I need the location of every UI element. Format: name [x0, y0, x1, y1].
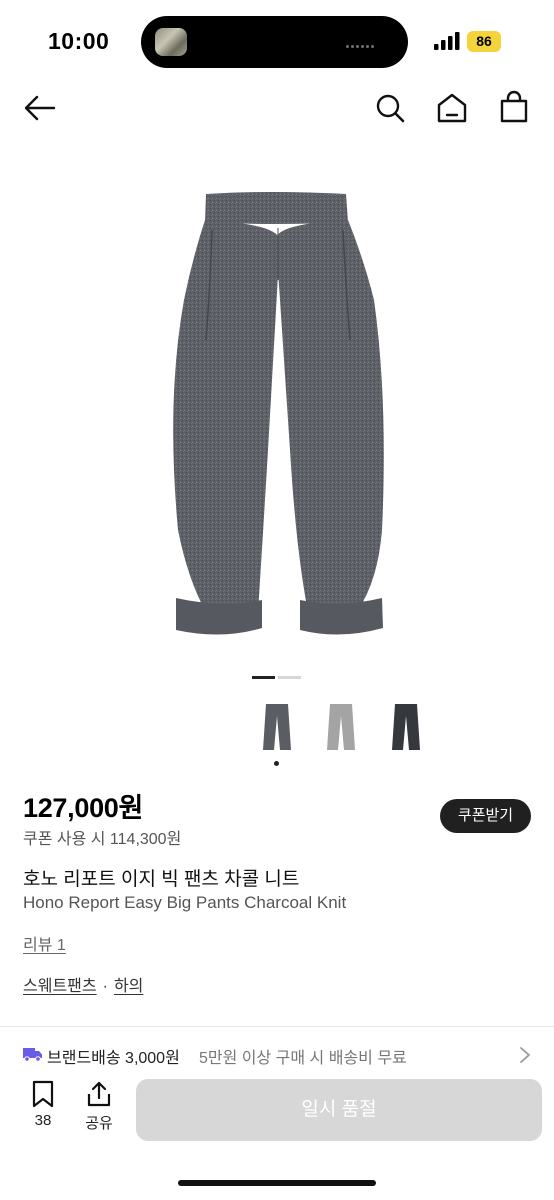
status-bar: 10:00 86 — [0, 0, 554, 80]
color-option-black[interactable] — [383, 698, 429, 758]
product-title: 호노 리포트 이지 빅 팬츠 차콜 니트 — [23, 869, 300, 890]
live-activity-thumbnail — [155, 28, 187, 56]
dynamic-island — [141, 16, 408, 68]
home-icon — [437, 93, 467, 123]
category-link-bottoms[interactable]: 하의 — [114, 978, 143, 995]
image-pagination — [252, 676, 302, 680]
home-button[interactable] — [432, 88, 472, 128]
shopping-bag-icon — [500, 90, 528, 123]
grey-thumb — [327, 704, 355, 750]
truck-icon — [23, 1048, 42, 1062]
battery-icon: 86 — [467, 31, 501, 52]
color-options — [254, 698, 434, 770]
product-title-english: Hono Report Easy Big Pants Charcoal Knit — [23, 893, 347, 912]
status-time: 10:00 — [48, 28, 110, 54]
bookmark-icon — [32, 1080, 54, 1108]
arrow-left-icon — [24, 95, 56, 121]
search-icon — [376, 94, 405, 123]
share-icon — [87, 1081, 111, 1107]
cart-button[interactable] — [494, 88, 534, 128]
divider — [0, 1026, 554, 1027]
cellular-signal-icon — [434, 32, 460, 50]
chevron-right-icon — [520, 1047, 530, 1063]
category-separator: · — [102, 978, 108, 995]
back-button[interactable] — [20, 88, 60, 128]
soldout-button[interactable]: 일시 품절 — [136, 1079, 542, 1141]
review-link[interactable]: 리뷰 1 — [23, 931, 66, 955]
coupon-button[interactable]: 쿠폰받기 — [440, 799, 531, 833]
charcoal-thumb — [263, 704, 291, 750]
home-indicator — [178, 1180, 376, 1186]
wishlist-count: 38 — [34, 1112, 52, 1129]
share-button[interactable]: 공유 — [80, 1080, 118, 1140]
pagination-active — [252, 676, 275, 679]
wishlist-button[interactable]: 38 — [24, 1080, 62, 1140]
app-header — [0, 80, 554, 136]
search-button[interactable] — [370, 88, 410, 128]
color-option-charcoal[interactable] — [254, 698, 300, 766]
coupon-price: 쿠폰 사용 시 114,300원 — [23, 831, 182, 848]
category-link-sweatpants[interactable]: 스웨트팬츠 — [23, 978, 97, 995]
pagination-inactive — [278, 676, 301, 679]
shipping-fee: 브랜드배송 3,000원 — [47, 1050, 180, 1067]
category-breadcrumb: 스웨트팬츠 · 하의 — [23, 972, 143, 996]
selected-indicator — [274, 761, 279, 766]
charcoal-pants-image — [173, 192, 384, 635]
color-option-grey[interactable] — [318, 698, 364, 758]
share-label: 공유 — [85, 1115, 113, 1132]
island-audio-icon — [346, 38, 386, 49]
black-thumb — [392, 704, 420, 750]
product-price: 127,000원 — [23, 793, 144, 823]
product-image[interactable] — [0, 150, 554, 660]
free-shipping-note: 5만원 이상 구매 시 배송비 무료 — [199, 1050, 407, 1067]
